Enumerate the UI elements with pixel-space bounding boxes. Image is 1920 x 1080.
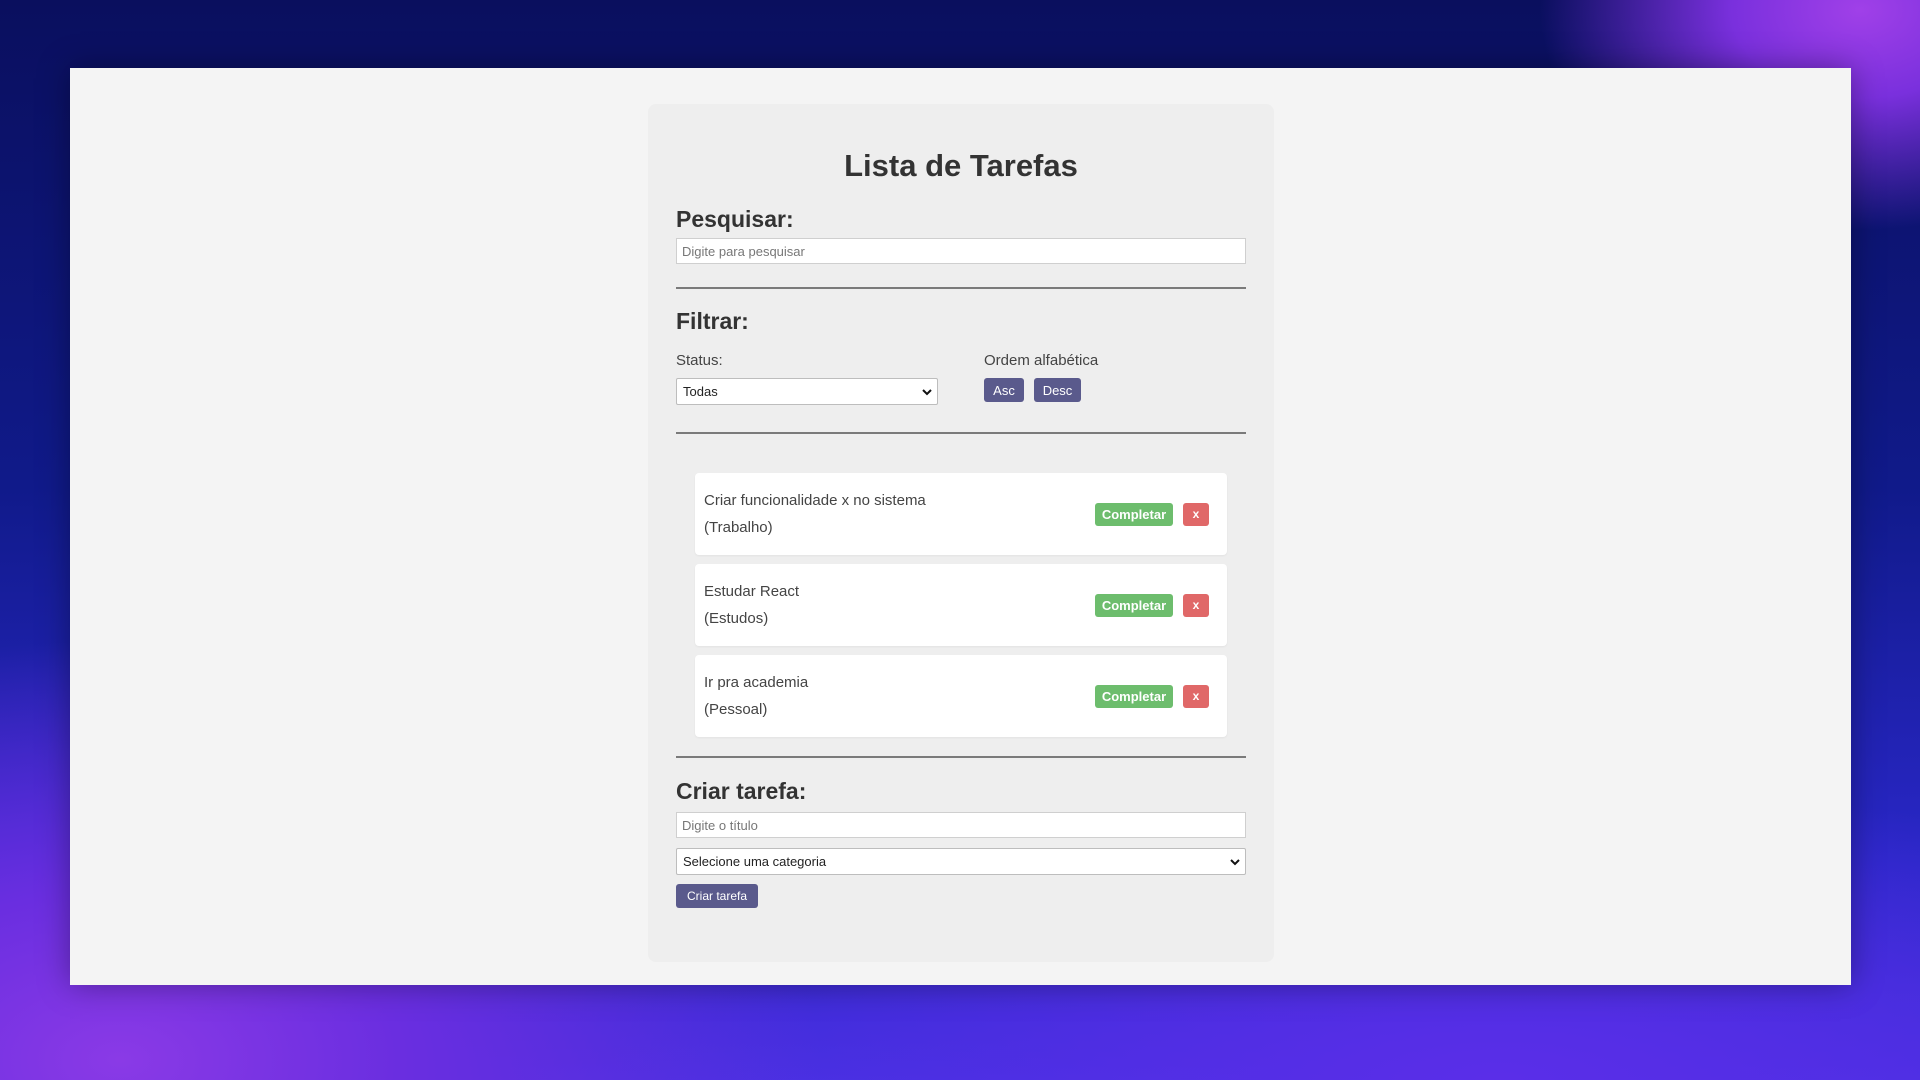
sort-desc-button[interactable]: Desc (1034, 378, 1081, 402)
task-title-input[interactable] (676, 812, 1246, 838)
search-input[interactable] (676, 238, 1246, 264)
status-select[interactable]: Todas (676, 378, 938, 405)
sort-asc-button[interactable]: Asc (984, 378, 1024, 402)
page-title: Lista de Tarefas (844, 148, 1078, 183)
divider (676, 287, 1246, 289)
chevron-down-icon (1230, 859, 1240, 866)
divider (676, 432, 1246, 434)
filter-heading: Filtrar: (676, 308, 749, 334)
order-label: Ordem alfabética (984, 352, 1099, 369)
complete-task-button[interactable]: Completar (1095, 593, 1173, 617)
todo-app-card: Lista de Tarefas Pesquisar: Filtrar: Sta… (648, 104, 1274, 962)
remove-task-button[interactable]: x (1183, 593, 1209, 617)
order-filter: Ordem alfabética Asc Desc (984, 350, 1098, 405)
task-title: Estudar React (704, 583, 800, 600)
task-title: Criar funcionalidade x no sistema (704, 492, 926, 509)
task-text: Ir pra academia (Pessoal) (704, 669, 808, 723)
remove-task-button[interactable]: x (1183, 502, 1209, 526)
category-select-value: Selecione uma categoria (683, 854, 827, 869)
status-select-value: Todas (683, 384, 718, 399)
search-heading: Pesquisar: (676, 206, 794, 232)
complete-task-button[interactable]: Completar (1095, 502, 1173, 526)
status-filter: Status: Todas (676, 350, 984, 405)
task-actions: Completar x (1095, 502, 1209, 526)
create-task-button[interactable]: Criar tarefa (676, 884, 758, 908)
create-heading: Criar tarefa: (676, 778, 807, 804)
chevron-down-icon (922, 389, 932, 396)
task-text: Criar funcionalidade x no sistema (Traba… (704, 487, 926, 541)
task-actions: Completar x (1095, 684, 1209, 708)
complete-task-button[interactable]: Completar (1095, 684, 1173, 708)
task-category: (Estudos) (704, 610, 769, 627)
category-select[interactable]: Selecione uma categoria (676, 848, 1246, 875)
divider (676, 756, 1246, 758)
task-actions: Completar x (1095, 593, 1209, 617)
task-category: (Trabalho) (704, 519, 773, 536)
task-category: (Pessoal) (704, 701, 768, 718)
task-item: Ir pra academia (Pessoal) Completar x (695, 655, 1227, 737)
status-label: Status: (676, 352, 723, 369)
task-item: Criar funcionalidade x no sistema (Traba… (695, 473, 1227, 555)
task-title: Ir pra academia (704, 674, 809, 691)
filter-row: Status: Todas Ordem alfabética Asc Desc (676, 350, 1246, 405)
task-text: Estudar React (Estudos) (704, 578, 799, 632)
order-buttons: Asc Desc (984, 378, 1098, 402)
task-item: Estudar React (Estudos) Completar x (695, 564, 1227, 646)
remove-task-button[interactable]: x (1183, 684, 1209, 708)
task-list: Criar funcionalidade x no sistema (Traba… (695, 473, 1227, 737)
browser-window: Lista de Tarefas Pesquisar: Filtrar: Sta… (70, 68, 1851, 985)
